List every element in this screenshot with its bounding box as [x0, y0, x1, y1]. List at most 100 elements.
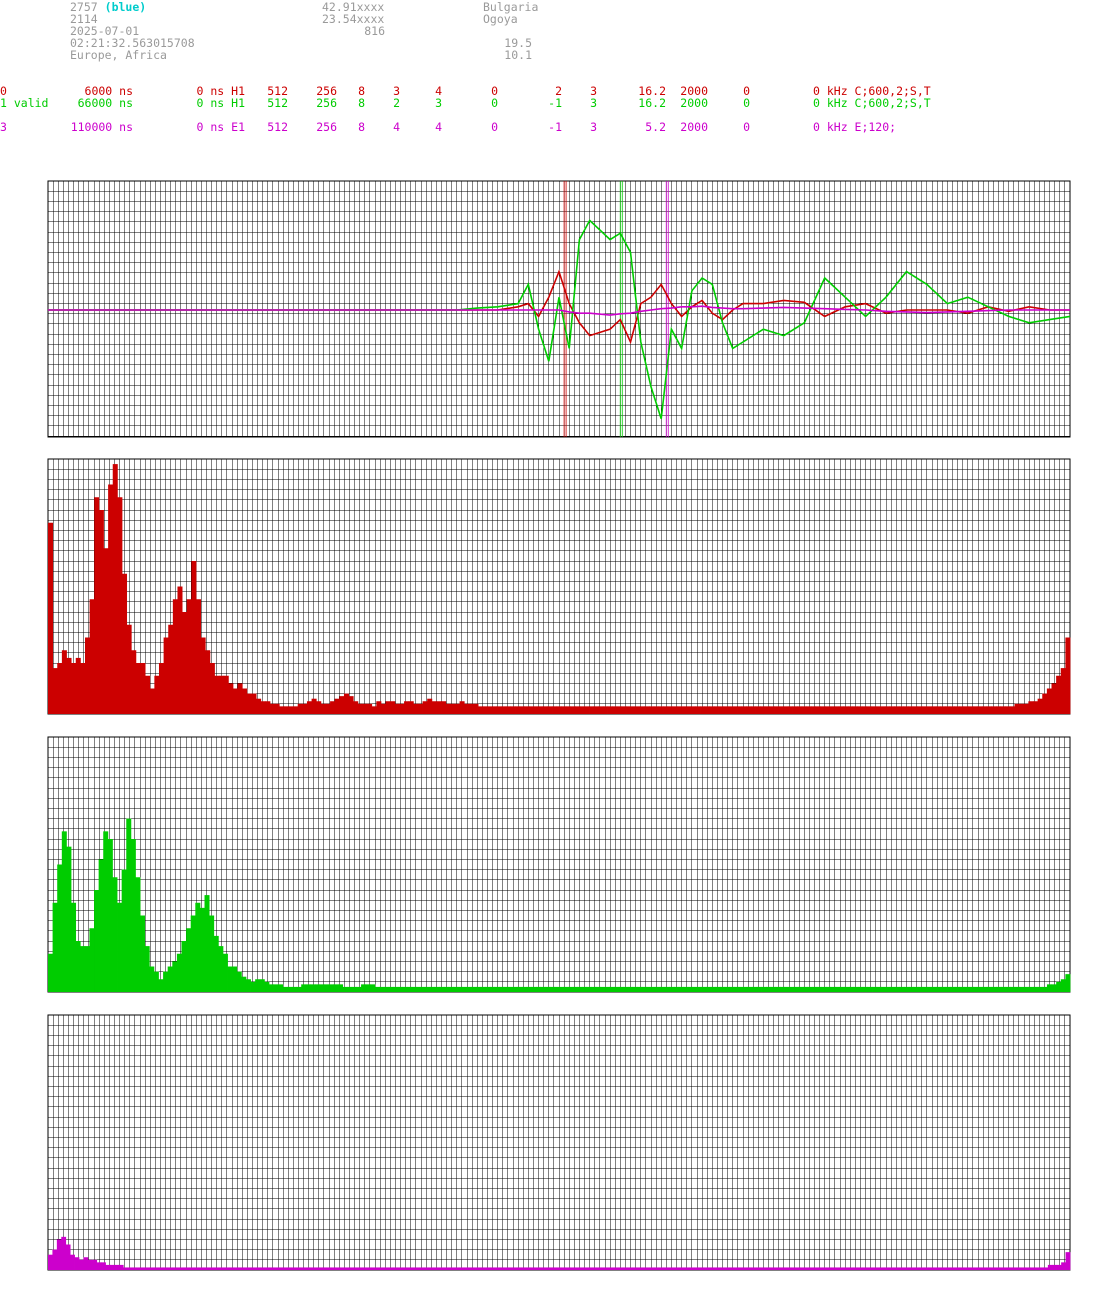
spectrum-bar	[702, 1267, 708, 1270]
spectrum-bar	[888, 1267, 894, 1270]
spectrum-bar	[1025, 1267, 1031, 1270]
spectrum-bar	[112, 464, 118, 714]
spectrum-bar	[459, 1267, 465, 1270]
spectrum-bar	[490, 1267, 496, 1270]
spectrum-bar	[849, 986, 855, 992]
spectrum-bar	[393, 1267, 398, 1270]
spectrum-bar	[761, 986, 767, 992]
spectrum-bar	[279, 706, 285, 714]
spectrum-bar	[103, 831, 109, 992]
spectrum-bar	[542, 706, 548, 714]
spectrum-bar	[1003, 1267, 1009, 1270]
spectrum-bar	[1009, 706, 1015, 714]
spectrum-bar	[87, 1259, 93, 1270]
spectrum-bar	[205, 650, 211, 714]
spectrum-bar	[278, 1267, 283, 1270]
spectrum-bar	[186, 928, 192, 992]
spectrum-bar	[556, 706, 562, 714]
spectrum-bar	[820, 706, 826, 714]
spectrum-bar	[198, 1267, 204, 1270]
spectrum-bar	[543, 1267, 549, 1270]
spectrum-bar	[898, 706, 904, 714]
spectrum-bar	[343, 693, 349, 714]
spectrum-bar	[195, 599, 201, 714]
spectrum-bar	[621, 706, 627, 714]
spectrum-bar	[601, 1267, 606, 1270]
spectrum-bar	[752, 986, 758, 992]
spectrum-bar	[950, 1267, 956, 1270]
spectrum-bar	[982, 706, 988, 714]
spectrum-bar	[690, 706, 696, 714]
spectrum-bar	[716, 1267, 721, 1270]
spectrum-bar	[437, 1267, 443, 1270]
spectrum-bar	[326, 1267, 332, 1270]
spectrum-bar	[729, 986, 735, 992]
spectrum-bar	[171, 1267, 177, 1270]
spectrum-bar	[229, 1267, 235, 1270]
spectrum-bar	[724, 986, 730, 992]
spectrum-bar	[199, 907, 205, 992]
spectrum-bar	[538, 706, 544, 714]
spectrum-bar	[940, 706, 946, 714]
spectrum-bar	[732, 706, 738, 714]
spectrum-bar	[600, 986, 606, 992]
spectrum-bar	[689, 1267, 695, 1270]
spectrum-bar	[494, 1267, 500, 1270]
spectrum-bar	[158, 663, 165, 714]
spectrum-bar	[121, 869, 127, 992]
spectrum-bar	[709, 706, 715, 714]
spectrum-bar	[1037, 986, 1043, 992]
spectrum-bar	[494, 986, 500, 992]
spectrum-bar	[1019, 986, 1025, 992]
spectrum-bar	[935, 706, 941, 714]
spectrum-bar	[751, 1267, 757, 1270]
spectrum-bar	[232, 966, 238, 992]
spectrum-bar	[408, 701, 414, 714]
spectrum-bar	[503, 1267, 509, 1270]
spectrum-bar	[98, 859, 104, 992]
spectrum-bar	[61, 1236, 67, 1270]
spectrum-bar	[977, 986, 983, 992]
spectrum-bar	[686, 706, 692, 714]
spectrum-bar	[607, 706, 613, 714]
spectrum-bar	[1033, 986, 1039, 992]
spectrum-bar	[834, 706, 840, 714]
spectrum-bar	[367, 703, 373, 714]
spectrum-bar	[793, 986, 799, 992]
spectrum-bar	[552, 1267, 558, 1270]
spectrum-bar	[191, 561, 197, 714]
spectrum-bar	[858, 986, 864, 992]
spectrum-bar	[416, 986, 422, 992]
spectrum-bar	[612, 706, 618, 714]
spectrum-bar	[144, 946, 150, 992]
spectrum-bar	[760, 1267, 766, 1270]
spectrum-bar	[981, 1267, 987, 1270]
spectrum-bar	[441, 1267, 447, 1270]
spectrum-bar	[817, 1267, 823, 1270]
spectrum-bar	[306, 701, 312, 714]
spectrum-bar	[278, 984, 284, 992]
spectrum-bar	[848, 706, 854, 714]
spectrum-bar	[852, 706, 858, 714]
spectrum-bar	[685, 1267, 690, 1270]
spectrum-bar	[384, 1267, 390, 1270]
spectrum-bar	[802, 986, 808, 992]
spectrum-bar	[895, 986, 901, 992]
spectrum-bar	[950, 986, 956, 992]
spectrum-bar	[379, 1267, 385, 1270]
spectrum-bar	[94, 890, 100, 992]
spectrum-bar	[1065, 974, 1071, 992]
spectrum-bar	[653, 706, 659, 714]
spectrum-bar	[108, 484, 114, 714]
spectrum-bar	[583, 1267, 589, 1270]
spectrum-bar	[427, 698, 433, 714]
spectrum-bar	[71, 663, 77, 714]
spectrum-bar	[269, 1267, 275, 1270]
spectrum-bar	[972, 1267, 978, 1270]
spectrum-bar	[1056, 1264, 1062, 1270]
spectrum-bar	[75, 941, 81, 992]
spectrum-bar	[871, 706, 877, 714]
spectrum-bar	[931, 706, 937, 714]
spectrum-bar	[595, 986, 601, 992]
spectrum-bar	[291, 986, 297, 992]
